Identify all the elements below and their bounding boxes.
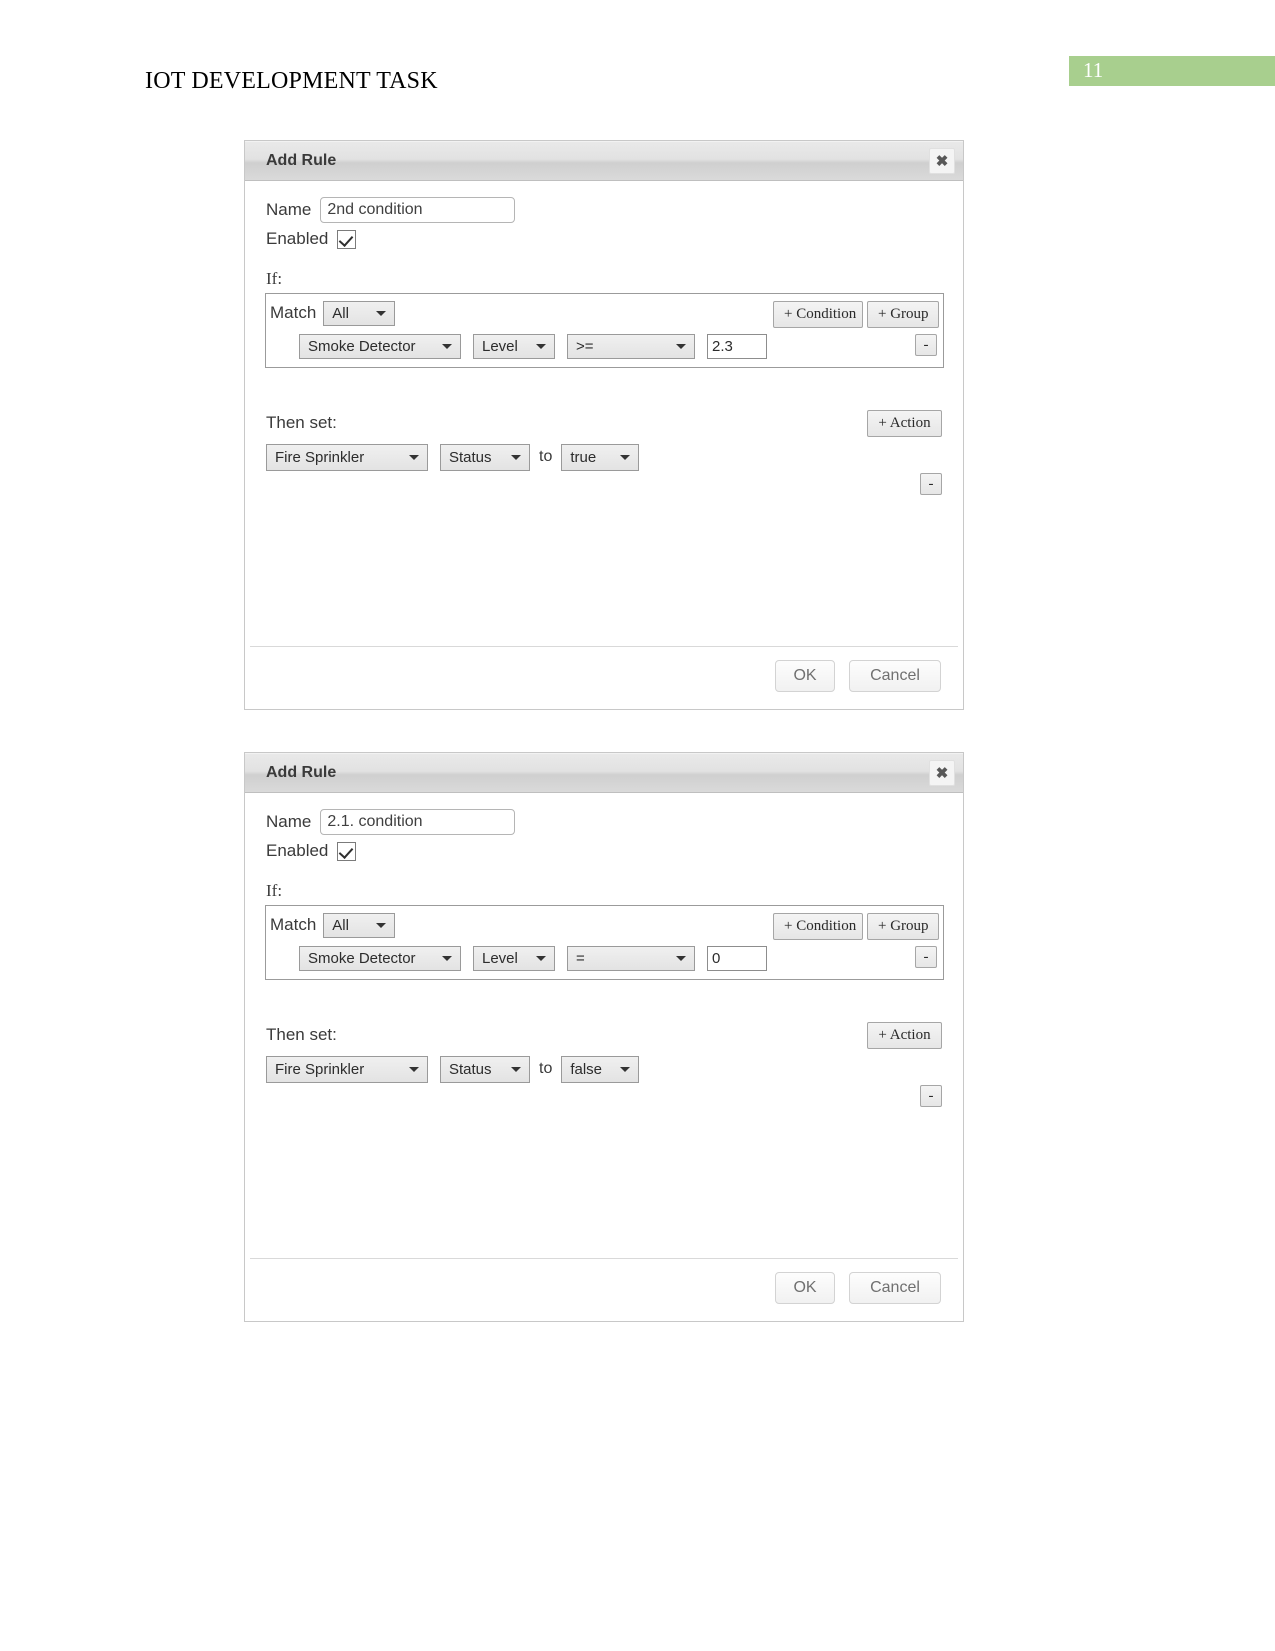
to-label: to (539, 448, 553, 465)
cancel-button[interactable]: Cancel (849, 1272, 941, 1304)
add-condition-button[interactable]: + Condition (773, 913, 863, 940)
condition-operator-select[interactable]: = (567, 945, 695, 971)
action-device-select[interactable]: Fire Sprinkler (266, 443, 428, 471)
footer-divider (250, 646, 958, 647)
match-mode-select[interactable]: All (323, 300, 396, 326)
action-row: Fire Sprinkler Status to true - (266, 443, 942, 495)
add-group-button[interactable]: + Group (867, 913, 939, 940)
add-group-button[interactable]: + Group (867, 301, 939, 328)
condition-row: Smoke Detector Level = - (270, 943, 939, 973)
action-property-select[interactable]: Status (440, 443, 530, 471)
footer-divider (250, 1258, 958, 1259)
ok-button[interactable]: OK (775, 1272, 835, 1304)
match-label: Match (270, 303, 317, 322)
enabled-checkbox[interactable] (337, 841, 357, 861)
dialog-body: Name Enabled If: Match All + Condition +… (245, 793, 963, 1322)
then-set-label: Then set: (266, 1025, 337, 1044)
dialog-body: Name Enabled If: Match All + Condition +… (245, 181, 963, 710)
remove-condition-button[interactable]: - (915, 334, 937, 356)
match-mode-select[interactable]: All (323, 912, 396, 938)
close-icon[interactable]: ✖ (929, 760, 955, 786)
dialog-title: Add Rule (266, 152, 337, 169)
name-label: Name (266, 812, 312, 831)
condition-device-select[interactable]: Smoke Detector (299, 945, 461, 971)
add-rule-dialog-2: Add Rule ✖ Name Enabled If: Match All + … (244, 752, 964, 1322)
rule-name-input[interactable] (320, 809, 516, 835)
cancel-button[interactable]: Cancel (849, 660, 941, 692)
remove-condition-button[interactable]: - (915, 946, 937, 968)
match-label: Match (270, 915, 317, 934)
remove-action-button[interactable]: - (920, 1085, 942, 1107)
action-property-select[interactable]: Status (440, 1055, 530, 1083)
add-action-button[interactable]: + Action (867, 410, 942, 437)
ok-button[interactable]: OK (775, 660, 835, 692)
condition-property-select[interactable]: Level (473, 333, 555, 359)
page-number: 11 (1083, 58, 1104, 82)
condition-value-input[interactable] (707, 333, 767, 359)
condition-device-select[interactable]: Smoke Detector (299, 333, 461, 359)
close-icon[interactable]: ✖ (929, 148, 955, 174)
match-row: Match All + Condition + Group (270, 299, 939, 328)
add-action-button[interactable]: + Action (867, 1022, 942, 1049)
remove-action-button[interactable]: - (920, 473, 942, 495)
enabled-label: Enabled (266, 841, 329, 860)
name-label: Name (266, 200, 312, 219)
conditions-group: Match All + Condition + Group Smoke Dete… (265, 293, 944, 368)
add-condition-button[interactable]: + Condition (773, 301, 863, 328)
if-label: If: (266, 881, 283, 900)
condition-operator-select[interactable]: >= (567, 333, 695, 359)
action-row: Fire Sprinkler Status to false - (266, 1055, 942, 1107)
add-rule-dialog-1: Add Rule ✖ Name Enabled If: Match All + … (244, 140, 964, 710)
name-row: Name (266, 809, 516, 835)
if-label: If: (266, 269, 283, 288)
action-value-select[interactable]: true (561, 443, 640, 471)
dialog-titlebar: Add Rule ✖ (245, 753, 963, 793)
dialog-titlebar: Add Rule ✖ (245, 141, 963, 181)
condition-property-select[interactable]: Level (473, 945, 555, 971)
action-value-select[interactable]: false (561, 1055, 640, 1083)
name-row: Name (266, 197, 516, 223)
page-title: IOT DEVELOPMENT TASK (145, 68, 438, 94)
footer-buttons: OK Cancel (775, 1272, 941, 1304)
condition-value-input[interactable] (707, 945, 767, 971)
enabled-row: Enabled (266, 229, 357, 249)
rule-name-input[interactable] (320, 197, 516, 223)
enabled-row: Enabled (266, 841, 357, 861)
enabled-label: Enabled (266, 229, 329, 248)
enabled-checkbox[interactable] (337, 229, 357, 249)
match-row: Match All + Condition + Group (270, 911, 939, 940)
conditions-group: Match All + Condition + Group Smoke Dete… (265, 905, 944, 980)
page-number-band: 11 (1069, 56, 1275, 86)
condition-row: Smoke Detector Level >= - (270, 331, 939, 361)
footer-buttons: OK Cancel (775, 660, 941, 692)
dialog-title: Add Rule (266, 764, 337, 781)
to-label: to (539, 1060, 553, 1077)
action-device-select[interactable]: Fire Sprinkler (266, 1055, 428, 1083)
then-set-label: Then set: (266, 413, 337, 432)
